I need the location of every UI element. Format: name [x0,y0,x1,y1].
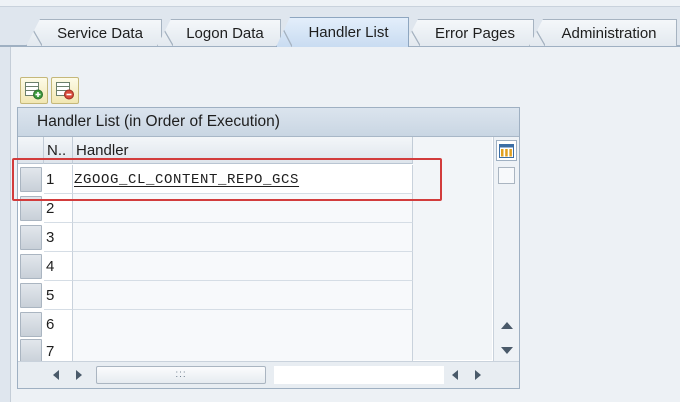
tab-label: Service Data [57,24,143,42]
row-number: 1 [44,165,73,194]
scroll-right-arrow-icon[interactable] [76,370,82,380]
table-row: 7 [18,337,413,361]
row-number: 3 [44,223,73,252]
table-title: Handler List (in Order of Execution) [18,108,519,137]
row-number: 5 [44,281,73,310]
row-number: 4 [44,252,73,281]
window-top-strip [0,0,680,7]
row-selector[interactable] [20,196,42,221]
handler-cell[interactable] [73,194,413,223]
tab-administration[interactable]: Administration [529,19,677,46]
table-empty-area [413,137,492,360]
insert-row-icon [25,82,43,100]
tab-label: Logon Data [186,24,264,42]
horizontal-scroll-track[interactable] [274,366,444,384]
row-selector[interactable] [20,254,42,279]
delete-row-button[interactable] [51,77,79,104]
row-selector[interactable] [20,167,42,192]
handler-cell[interactable]: ZGOOG_CL_CONTENT_REPO_GCS [73,165,413,194]
table-row: 6 [18,310,413,339]
handler-cell[interactable] [73,223,413,252]
handler-cell[interactable] [73,337,413,361]
insert-row-button[interactable] [20,77,48,104]
handler-cell[interactable] [73,252,413,281]
select-all-header[interactable] [18,137,44,164]
table-row: 4 [18,252,413,281]
table-row: 3 [18,223,413,252]
table-row: 1 ZGOOG_CL_CONTENT_REPO_GCS [18,165,413,194]
column-settings-button[interactable] [496,140,517,161]
row-number: 6 [44,310,73,339]
row-selector[interactable] [20,312,42,337]
handler-cell[interactable] [73,310,413,339]
vertical-scrollbar[interactable] [493,137,519,361]
scroll-right-arrow-icon[interactable] [475,370,481,380]
table-row: 2 [18,194,413,223]
row-selector[interactable] [20,225,42,250]
row-selector[interactable] [20,283,42,308]
scroll-left-arrow-icon[interactable] [452,370,458,380]
tab-label: Error Pages [434,24,516,42]
scroll-grip-icon: ::: [175,369,187,380]
tab-error-pages[interactable]: Error Pages [404,19,534,46]
table-header: N.. Handler [18,137,413,164]
tab-service-data[interactable]: Service Data [26,19,162,46]
tab-handler-list[interactable]: Handler List [276,17,409,47]
scroll-left-arrow-icon[interactable] [53,370,59,380]
scroll-up-arrow-icon[interactable] [501,322,513,329]
handler-cell[interactable] [73,281,413,310]
row-number: 2 [44,194,73,223]
column-header-number[interactable]: N.. [44,137,73,164]
tab-label: Handler List [308,24,389,41]
table-settings-icon [499,143,514,158]
tab-label: Administration [561,24,657,42]
row-selector[interactable] [20,339,42,361]
vertical-scroll-thumb[interactable] [498,167,515,184]
delete-row-icon [56,82,74,100]
tab-logon-data[interactable]: Logon Data [157,19,281,46]
horizontal-scroll-thumb[interactable]: ::: [96,366,266,384]
row-number: 7 [44,337,73,361]
horizontal-scrollbar[interactable]: ::: [18,361,519,388]
column-header-handler[interactable]: Handler [73,137,413,164]
table-row: 5 [18,281,413,310]
scroll-down-arrow-icon[interactable] [501,347,513,354]
